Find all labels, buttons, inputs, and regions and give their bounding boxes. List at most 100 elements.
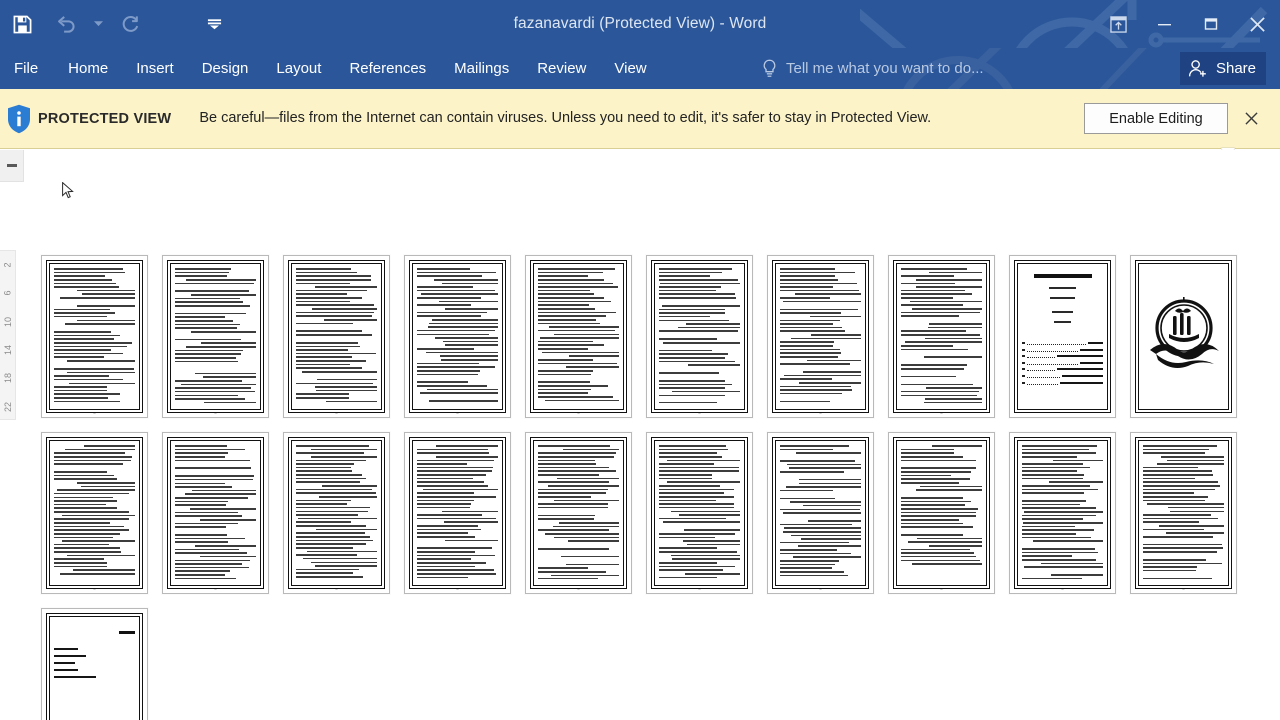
title-bar: fazanavardi (Protected View) - Word [0, 0, 1280, 48]
share-person-icon [1188, 60, 1206, 77]
contents-entry [1022, 374, 1103, 378]
info-shield-icon [2, 104, 36, 134]
share-button[interactable]: Share [1179, 52, 1266, 85]
close-protected-view-icon[interactable] [1240, 107, 1262, 129]
page-number: – [819, 586, 822, 591]
ribbon-display-options-icon[interactable] [1094, 0, 1142, 48]
page-thumbnail[interactable]: – [283, 255, 390, 418]
page-border [651, 437, 748, 589]
tab-view[interactable]: View [600, 48, 660, 89]
page-thumbnail[interactable]: – [525, 255, 632, 418]
tell-me-box[interactable]: Tell me what you want to do... [762, 48, 984, 89]
page-border [46, 613, 143, 720]
reference-entry [54, 676, 97, 678]
document-canvas[interactable]: – – – – – – – – – – – – – – – – – – [24, 150, 1280, 720]
page-thumbnail[interactable]: – [162, 255, 269, 418]
page-number: – [698, 410, 701, 415]
page-thumbnail[interactable]: – [525, 432, 632, 594]
undo-icon[interactable] [44, 3, 88, 45]
page-thumbnail[interactable]: – [1130, 432, 1237, 594]
contents-leader-dots [1027, 341, 1087, 345]
restore-button[interactable] [1188, 0, 1234, 48]
page-thumbnail[interactable]: – [41, 432, 148, 594]
page-number: – [819, 410, 822, 415]
tab-selector-mark [6, 164, 17, 167]
page-thumbnail[interactable]: – [767, 432, 874, 594]
page-text-lines [1143, 445, 1224, 579]
contents-leader-dots [1027, 374, 1060, 378]
page-number: – [335, 586, 338, 591]
page-text-lines [175, 445, 256, 579]
page-thumbnail[interactable]: – [404, 255, 511, 418]
vertical-ruler[interactable]: 2 6 10 14 18 22 [0, 250, 16, 420]
close-button[interactable] [1234, 0, 1280, 48]
vruler-tick-2: 2 [2, 262, 13, 268]
page-text-lines [780, 445, 861, 579]
tab-mailings[interactable]: Mailings [440, 48, 523, 89]
minimize-button[interactable] [1142, 0, 1188, 48]
page-thumbnail[interactable]: – [888, 432, 995, 594]
redo-icon[interactable] [108, 3, 152, 45]
page-thumbnail[interactable]: – [283, 432, 390, 594]
share-label: Share [1215, 60, 1256, 77]
page-number: – [456, 586, 459, 591]
references-list [54, 621, 135, 720]
page-number: – [577, 410, 580, 415]
page-text-lines [538, 445, 619, 579]
page-border [288, 437, 385, 589]
tab-references[interactable]: References [335, 48, 440, 89]
page-border [651, 260, 748, 413]
reference-entry [54, 648, 79, 650]
contents-subline [1050, 297, 1075, 299]
reference-entry [54, 662, 76, 664]
contents-page-number [1022, 368, 1025, 371]
enable-editing-button[interactable]: Enable Editing [1084, 103, 1228, 134]
tab-home[interactable]: Home [54, 48, 122, 89]
page-thumbnail[interactable]: – [646, 432, 753, 594]
vruler-tick-18: 18 [2, 373, 13, 384]
page-thumbnail[interactable] [1130, 255, 1237, 418]
tab-file[interactable]: File [0, 48, 54, 89]
tab-insert[interactable]: Insert [122, 48, 188, 89]
contents-page-number [1022, 381, 1025, 384]
tab-selector-button[interactable] [0, 150, 24, 182]
page-border [46, 260, 143, 413]
tab-layout[interactable]: Layout [262, 48, 335, 89]
page-text-lines [417, 445, 498, 579]
mouse-cursor [62, 182, 74, 199]
contents-leader-dots [1027, 381, 1059, 385]
customize-qat-icon[interactable] [192, 3, 236, 45]
page-thumbnail[interactable]: – [162, 432, 269, 594]
page-thumbnail[interactable]: – [1009, 432, 1116, 594]
protected-view-bar: PROTECTED VIEW Be careful—files from the… [0, 89, 1280, 149]
undo-dropdown-icon[interactable] [88, 3, 108, 45]
contents-leader-dots [1027, 367, 1055, 372]
page-thumbnail[interactable] [1009, 255, 1116, 418]
save-icon[interactable] [0, 3, 44, 45]
page-text-lines [901, 268, 982, 403]
quick-access-toolbar [0, 0, 236, 48]
page-thumbnail[interactable]: – [41, 255, 148, 418]
tab-review[interactable]: Review [523, 48, 600, 89]
page-thumbnail[interactable] [41, 608, 148, 720]
window-controls [1094, 0, 1280, 48]
contents-page-number [1022, 348, 1025, 351]
contents-entry [1022, 354, 1103, 359]
contents-page-number [1022, 361, 1025, 364]
page-border [530, 260, 627, 413]
page-thumbnail[interactable]: – [767, 255, 874, 418]
contents-subline [1053, 321, 1072, 323]
vruler-tick-6: 6 [2, 290, 13, 296]
page-border [46, 437, 143, 589]
page-thumbnail[interactable]: – [646, 255, 753, 418]
page-border [772, 437, 869, 589]
reference-entry [54, 655, 87, 657]
page-text-lines [296, 268, 377, 403]
page-number: – [214, 586, 217, 591]
page-thumbnail[interactable]: – [888, 255, 995, 418]
tab-design[interactable]: Design [188, 48, 263, 89]
contents-entry [1022, 367, 1103, 372]
contents-entry-label [1060, 381, 1103, 384]
page-thumbnail[interactable]: – [404, 432, 511, 594]
page-number: – [940, 586, 943, 591]
